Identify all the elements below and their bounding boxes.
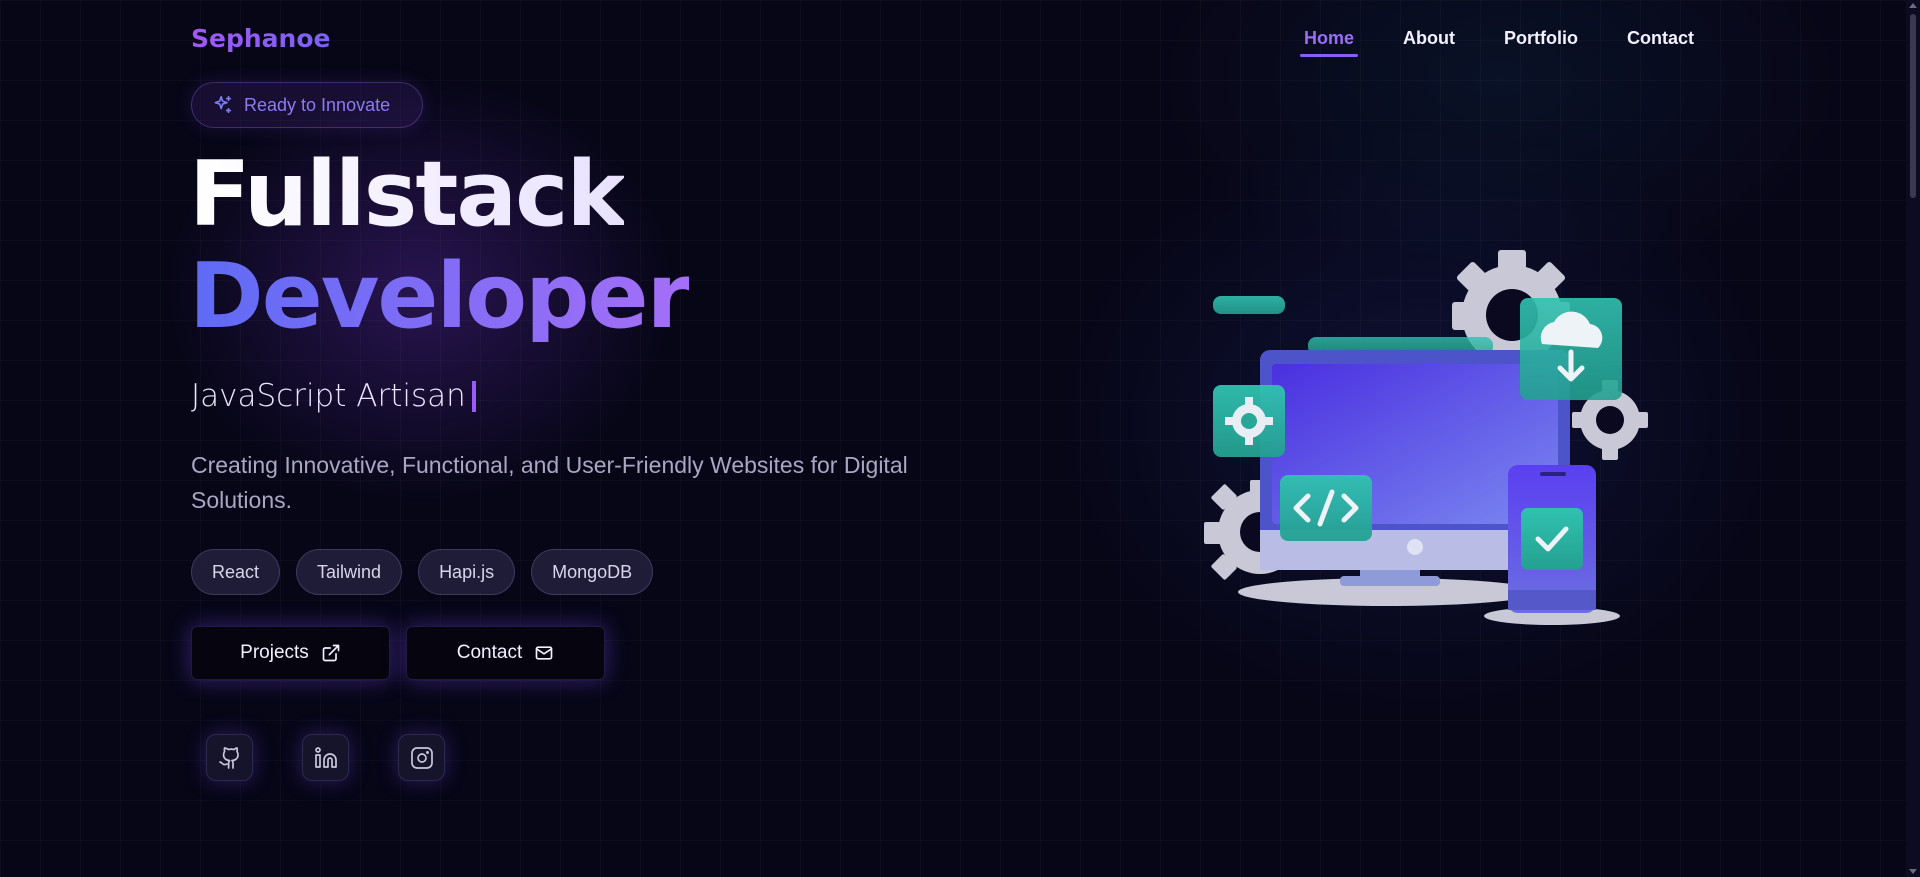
- hero-description: Creating Innovative, Functional, and Use…: [191, 452, 908, 513]
- projects-button-label: Projects: [240, 642, 309, 663]
- scroll-up-arrow-icon[interactable]: [1909, 3, 1917, 8]
- nav-contact[interactable]: Contact: [1623, 28, 1698, 49]
- github-icon: [218, 746, 239, 769]
- brand-logo[interactable]: Sephanoe: [191, 24, 330, 53]
- page-scrollbar[interactable]: [1906, 0, 1920, 877]
- mail-icon: [535, 646, 553, 660]
- scroll-down-arrow-icon[interactable]: [1909, 869, 1917, 874]
- code-tile: [1280, 475, 1372, 541]
- hero-badge: Ready to Innovate: [191, 82, 423, 128]
- hero-illustration: [1204, 250, 1648, 625]
- projects-button[interactable]: Projects: [191, 626, 390, 680]
- tech-tag: React: [191, 549, 281, 595]
- hero-role-text: JavaScript Artisan: [191, 378, 466, 414]
- hero-title-line2: Developer: [189, 244, 691, 349]
- scrollbar-thumb[interactable]: [1910, 14, 1916, 198]
- nav-home[interactable]: Home: [1300, 28, 1359, 57]
- tech-tag: Hapi.js: [418, 549, 516, 595]
- linkedin-icon: [314, 746, 337, 768]
- main-nav: Home About Portfolio Contact: [1300, 28, 1739, 57]
- contact-button[interactable]: Contact: [406, 626, 605, 680]
- settings-tile: [1213, 385, 1285, 457]
- instagram-icon: [410, 746, 433, 769]
- tech-tag: Tailwind: [296, 549, 403, 595]
- external-link-icon: [322, 644, 340, 662]
- hero-actions: Projects Contact: [191, 626, 605, 680]
- sparkles-icon: [214, 95, 232, 114]
- github-link[interactable]: [206, 734, 253, 781]
- tech-tags: React Tailwind Hapi.js MongoDB: [191, 549, 654, 595]
- instagram-link[interactable]: [398, 734, 445, 781]
- contact-button-label: Contact: [456, 642, 523, 663]
- nav-about[interactable]: About: [1399, 28, 1459, 49]
- typing-caret: [471, 380, 476, 412]
- social-links: [206, 734, 445, 781]
- hero-role: JavaScript Artisan: [191, 378, 476, 414]
- hero-title-line1: Fullstack: [189, 142, 626, 247]
- nav-portfolio[interactable]: Portfolio: [1500, 28, 1582, 49]
- hero-badge-label: Ready to Innovate: [244, 94, 391, 115]
- linkedin-link[interactable]: [302, 734, 349, 781]
- cloud-download-tile: [1520, 298, 1622, 400]
- tech-tag: MongoDB: [531, 549, 654, 595]
